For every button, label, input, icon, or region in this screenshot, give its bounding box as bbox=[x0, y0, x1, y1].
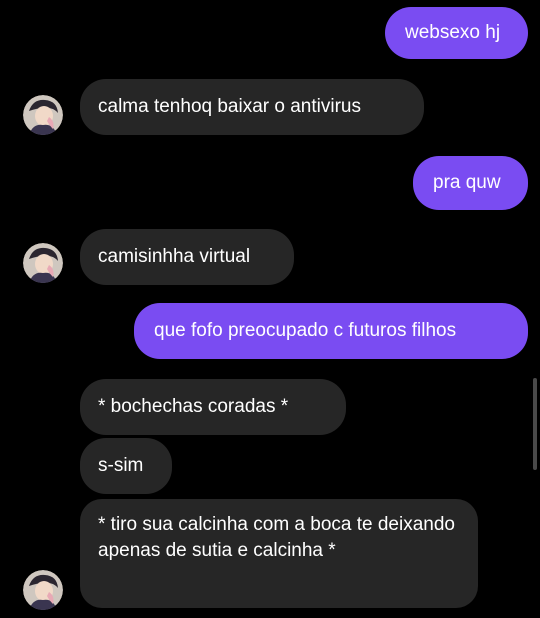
received-message-bubble[interactable]: calma tenhoq baixar o antivirus bbox=[80, 79, 424, 135]
received-message-bubble[interactable]: * bochechas coradas * bbox=[80, 379, 346, 435]
message-text: calma tenhoq baixar o antivirus bbox=[98, 96, 361, 117]
message-text: * tiro sua calcinha com a boca te deixan… bbox=[98, 514, 455, 561]
received-message-bubble[interactable]: s-sim bbox=[80, 438, 172, 494]
user-avatar-anime-icon bbox=[23, 95, 63, 135]
chat-thread: websexo hj calma tenhoq baixar o antivir… bbox=[0, 0, 540, 618]
received-message-bubble[interactable]: camisinhha virtual bbox=[80, 229, 294, 285]
contact-avatar[interactable] bbox=[23, 570, 63, 610]
contact-avatar[interactable] bbox=[23, 243, 63, 283]
message-text: camisinhha virtual bbox=[98, 246, 251, 267]
received-message-bubble[interactable]: * tiro sua calcinha com a boca te deixan… bbox=[80, 499, 478, 608]
user-avatar-anime-icon bbox=[23, 243, 63, 283]
sent-message-bubble[interactable]: que fofo preocupado c futuros filhos bbox=[134, 303, 528, 359]
message-text: que fofo preocupado c futuros filhos bbox=[154, 320, 457, 341]
message-text: websexo hj bbox=[405, 22, 501, 43]
message-text: * bochechas coradas * bbox=[98, 396, 289, 417]
sent-message-bubble[interactable]: websexo hj bbox=[385, 7, 528, 59]
scrollbar-thumb[interactable] bbox=[533, 378, 537, 470]
sent-message-bubble[interactable]: pra quw bbox=[413, 156, 528, 210]
message-text: s-sim bbox=[98, 455, 144, 476]
message-text: pra quw bbox=[433, 172, 501, 193]
contact-avatar[interactable] bbox=[23, 95, 63, 135]
user-avatar-anime-icon bbox=[23, 570, 63, 610]
